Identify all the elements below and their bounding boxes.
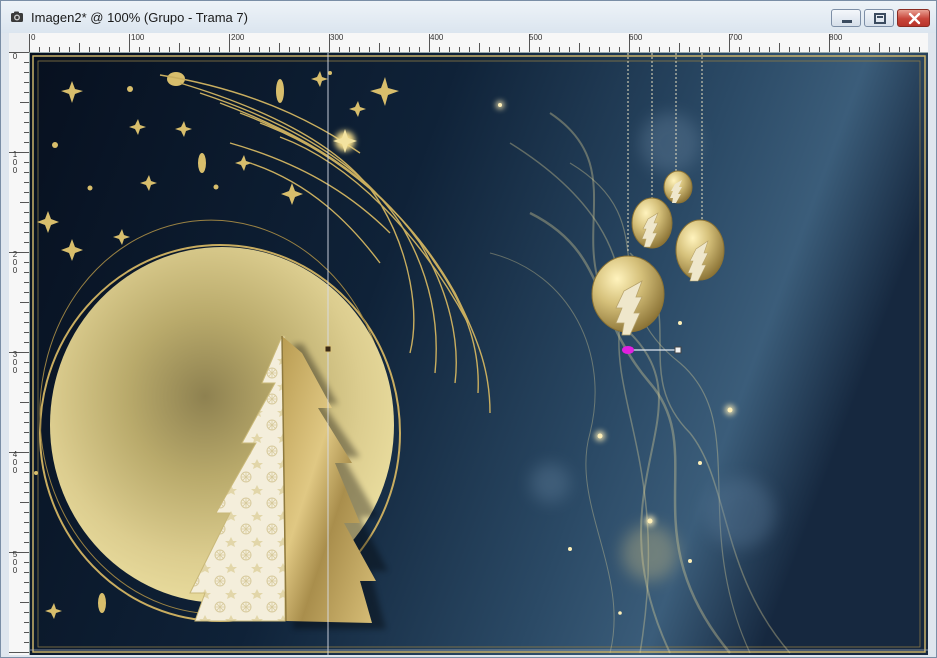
title-bar[interactable]: Imagen2* @ 100% (Grupo - Trama 7) (1, 1, 936, 33)
maximize-icon (874, 13, 886, 24)
ruler-label: 600 (629, 33, 643, 42)
minimize-button[interactable] (831, 9, 861, 27)
close-icon (908, 12, 921, 25)
ruler-label: 200 (231, 33, 245, 42)
christmas-artwork (30, 53, 928, 655)
ruler-label: 0 (12, 52, 18, 61)
ruler-label: 700 (729, 33, 743, 42)
image-canvas[interactable] (30, 53, 928, 655)
ruler-corner (9, 33, 29, 52)
horizontal-ruler[interactable]: 0 100 200 300 400 500 600 700 800 (29, 33, 928, 53)
ruler-label: 100 (131, 33, 145, 42)
vertical-ruler[interactable]: 0 100 200 300 400 500 (9, 52, 30, 655)
vector-control-point[interactable] (674, 346, 682, 354)
ruler-label: 100 (12, 150, 18, 175)
ruler-label: 800 (829, 33, 843, 42)
image-window: Imagen2* @ 100% (Grupo - Trama 7) 0 100 … (0, 0, 937, 658)
ruler-label: 200 (12, 250, 18, 275)
ruler-label: 0 (31, 33, 36, 42)
minimize-icon (842, 20, 852, 23)
horizontal-ruler-ticks (29, 34, 920, 52)
window-title: Imagen2* @ 100% (Grupo - Trama 7) (31, 10, 248, 25)
ruler-label: 400 (12, 450, 18, 475)
camera-icon (11, 11, 23, 22)
ruler-label: 300 (12, 350, 18, 375)
vector-node[interactable] (622, 346, 634, 354)
guide-handle[interactable] (324, 345, 332, 353)
close-button[interactable] (897, 9, 930, 27)
ruler-label: 500 (12, 550, 18, 575)
ruler-label: 400 (430, 33, 444, 42)
maximize-button[interactable] (864, 9, 894, 27)
ruler-label: 500 (529, 33, 543, 42)
ruler-label: 300 (330, 33, 344, 42)
